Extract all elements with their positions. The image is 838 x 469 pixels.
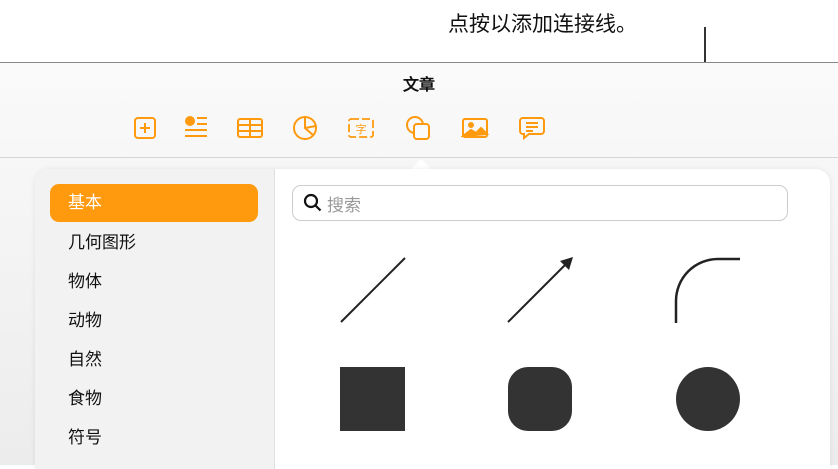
shape-rounded-square[interactable] (508, 367, 572, 431)
list-button[interactable] (181, 113, 211, 143)
shapes-popover: 基本 几何图形 物体 动物 自然 食物 符号 搜索 (35, 169, 830, 469)
shapes-button[interactable] (403, 113, 433, 143)
table-icon (237, 118, 263, 138)
chart-icon (293, 116, 317, 140)
shape-arrow[interactable] (507, 257, 573, 323)
svg-text:字: 字 (356, 122, 367, 136)
callout-text: 点按以添加连接线。 (448, 12, 637, 36)
comment-button[interactable] (517, 113, 547, 143)
shape-line[interactable] (335, 251, 411, 329)
document-title: 文章 (402, 75, 435, 94)
media-icon (461, 118, 489, 138)
toolbar-divider (0, 157, 838, 158)
comment-icon (519, 117, 545, 141)
shape-curved-connection-line[interactable] (674, 257, 740, 323)
text-box-icon: 字 (348, 118, 374, 138)
text-box-button[interactable]: 字 (346, 113, 376, 143)
app-window: 文章 字 基本 几何图形 物体 动物 自然 食物 符号 搜索 (0, 62, 838, 469)
shape-square[interactable] (340, 367, 405, 431)
shape-circle[interactable] (676, 367, 740, 431)
add-page-icon (134, 117, 156, 139)
list-add-icon (185, 116, 207, 137)
shapes-icon (406, 116, 430, 140)
add-page-button[interactable] (130, 113, 160, 143)
table-button[interactable] (235, 113, 265, 143)
chart-button[interactable] (290, 113, 320, 143)
media-button[interactable] (460, 113, 490, 143)
